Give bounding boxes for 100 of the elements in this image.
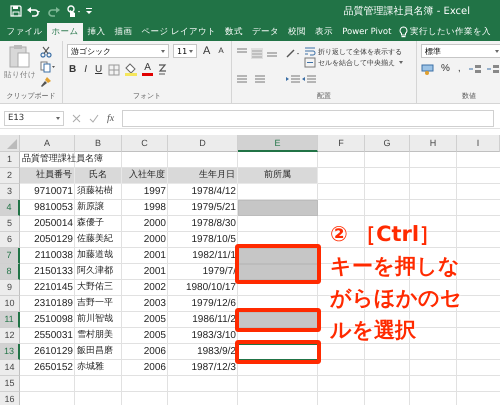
table-cell-text: 2006 xyxy=(142,361,167,375)
paintbrush-icon[interactable] xyxy=(40,76,52,88)
column-header[interactable]: F xyxy=(318,135,365,152)
table-cell-text: 1983/3/10 xyxy=(190,329,237,343)
selected-cell[interactable] xyxy=(238,200,318,216)
row-header[interactable]: 8 xyxy=(0,264,20,280)
annotation-text: ルを選択 xyxy=(330,317,417,344)
table-cell: 入社年度 xyxy=(122,168,168,184)
table-cell: 生年月日 xyxy=(168,168,238,184)
cancel-icon[interactable] xyxy=(72,114,81,122)
table-cell-text: 1983/9/2 xyxy=(196,345,237,359)
font-size-field[interactable]: 11 xyxy=(173,44,197,58)
row-header[interactable]: 14 xyxy=(0,360,20,376)
touch-mode-icon[interactable] xyxy=(66,4,82,18)
tell-me-field[interactable]: 実行したい作業を入 xyxy=(396,23,491,41)
ribbon-tab[interactable]: 数式 xyxy=(220,23,248,41)
fill-bucket-icon[interactable] xyxy=(124,63,138,76)
row-header[interactable]: 13 xyxy=(0,344,20,360)
merge-icon xyxy=(304,57,316,68)
table-cell-text: 2002 xyxy=(142,281,167,295)
table-cell-text: 2310189 xyxy=(33,297,74,311)
selected-cell[interactable] xyxy=(238,264,318,280)
column-header[interactable]: E xyxy=(238,135,318,152)
ribbon-tab[interactable]: 描画 xyxy=(110,23,137,41)
orientation-icon[interactable] xyxy=(285,47,301,59)
table-cell: 氏名 xyxy=(75,168,122,184)
table-cell-text: 1978/10/5 xyxy=(190,233,237,247)
ribbon-tab[interactable]: ホーム xyxy=(47,23,83,41)
underline-button[interactable]: U xyxy=(93,64,104,76)
percent-button[interactable]: % xyxy=(439,63,452,75)
ribbon-tab[interactable]: 表示 xyxy=(310,23,338,41)
table-cell-text: 飯田昌磨 xyxy=(76,344,114,358)
ribbon-tab[interactable]: ページ レイアウト xyxy=(137,23,221,41)
row-header[interactable]: 7 xyxy=(0,248,20,264)
column-header[interactable]: I xyxy=(457,135,500,152)
row-header[interactable]: 2 xyxy=(0,168,20,184)
align-lines-icon[interactable] xyxy=(236,72,266,84)
annotation-text: キーを押しな xyxy=(330,253,461,280)
decimal-icon[interactable] xyxy=(466,63,500,75)
table-cell-text: 2001 xyxy=(142,249,167,263)
customize-icon[interactable] xyxy=(86,7,92,15)
row-header[interactable]: 16 xyxy=(0,392,20,405)
scissors-icon[interactable] xyxy=(40,46,52,58)
table-cell-text: 2050129 xyxy=(33,233,74,247)
table-cell: 前所属 xyxy=(238,168,318,184)
selected-cell[interactable] xyxy=(238,312,318,328)
column-header[interactable]: G xyxy=(365,135,410,152)
grow-font-button[interactable]: A xyxy=(201,45,212,57)
active-cell[interactable] xyxy=(238,344,318,360)
row-header[interactable]: 4 xyxy=(0,200,20,216)
table-cell-text: 2210145 xyxy=(33,281,74,295)
comma-button[interactable]: , xyxy=(456,63,463,75)
font-color-button[interactable]: A xyxy=(142,63,153,76)
row-header[interactable]: 5 xyxy=(0,216,20,232)
font-name-field[interactable]: 游ゴシック xyxy=(67,44,169,58)
triangle-icon xyxy=(7,139,17,149)
save-icon[interactable] xyxy=(10,5,22,17)
ribbon-tab[interactable]: 校閲 xyxy=(284,23,311,41)
undo-icon[interactable] xyxy=(26,5,42,17)
table-cell-text: 2000 xyxy=(142,217,167,231)
name-box[interactable]: E13 xyxy=(4,110,64,126)
selected-cell[interactable] xyxy=(238,248,318,264)
table-cell-text: 前川智哉 xyxy=(76,312,114,326)
indent-icon[interactable] xyxy=(285,72,319,84)
formula-field[interactable] xyxy=(122,110,494,126)
column-header[interactable]: D xyxy=(168,135,238,152)
shrink-font-button[interactable]: A xyxy=(216,45,226,57)
table-cell-text: 1997 xyxy=(142,185,167,199)
table-cell-text: 佐藤美紀 xyxy=(76,232,114,246)
ribbon-tab[interactable]: ファイル xyxy=(2,23,47,41)
currency-icon[interactable] xyxy=(421,63,435,75)
row-header[interactable]: 12 xyxy=(0,328,20,344)
row-header[interactable]: 1 xyxy=(0,152,20,168)
table-cell-text: 2005 xyxy=(142,313,167,327)
redo-icon[interactable] xyxy=(46,5,62,17)
row-header[interactable]: 15 xyxy=(0,376,20,392)
ribbon-tab[interactable]: Power Pivot xyxy=(338,23,396,41)
row-header[interactable]: 6 xyxy=(0,232,20,248)
table-cell-text: 1979/5/21 xyxy=(190,201,237,215)
copy-icon[interactable] xyxy=(40,61,56,73)
table-cell-text: 1978/8/30 xyxy=(190,217,237,231)
table-cell-text: 1982/11/1 xyxy=(191,249,237,263)
ribbon-tab[interactable]: 挿入 xyxy=(83,23,110,41)
insert-function-button[interactable]: fx xyxy=(107,112,114,124)
wrap-icon xyxy=(304,46,316,57)
italic-button[interactable]: I xyxy=(82,64,90,76)
column-header[interactable]: A xyxy=(20,135,75,152)
row-header[interactable]: 10 xyxy=(0,296,20,312)
column-header[interactable]: C xyxy=(122,135,168,152)
row-header[interactable]: 9 xyxy=(0,280,20,296)
table-cell-text: 2550031 xyxy=(33,329,74,343)
check-icon[interactable] xyxy=(89,114,99,122)
row-header[interactable]: 3 xyxy=(0,184,20,200)
ribbon-tab[interactable]: データ xyxy=(248,23,284,41)
borders-icon[interactable] xyxy=(108,64,120,76)
bold-button[interactable]: B xyxy=(67,64,78,76)
row-header[interactable]: 11 xyxy=(0,312,20,328)
number-format-field[interactable]: 標準 xyxy=(421,44,500,58)
column-header[interactable]: B xyxy=(75,135,122,152)
column-header[interactable]: H xyxy=(410,135,457,152)
